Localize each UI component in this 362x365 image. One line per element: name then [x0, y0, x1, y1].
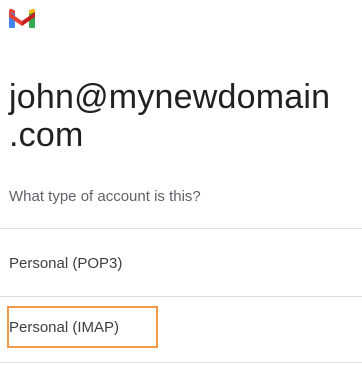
option-personal-pop3[interactable]: Personal (POP3) [9, 255, 122, 272]
account-type-prompt: What type of account is this? [9, 188, 201, 205]
option-personal-imap[interactable]: Personal (IMAP) [9, 319, 119, 336]
account-type-screen: john@mynewdomain .com What type of accoun… [0, 0, 362, 365]
divider [0, 296, 362, 297]
divider [0, 362, 362, 363]
account-email: john@mynewdomain .com [9, 78, 359, 154]
account-email-text: john@mynewdomain .com [9, 78, 331, 154]
divider [0, 228, 362, 229]
gmail-logo-icon [9, 8, 35, 28]
